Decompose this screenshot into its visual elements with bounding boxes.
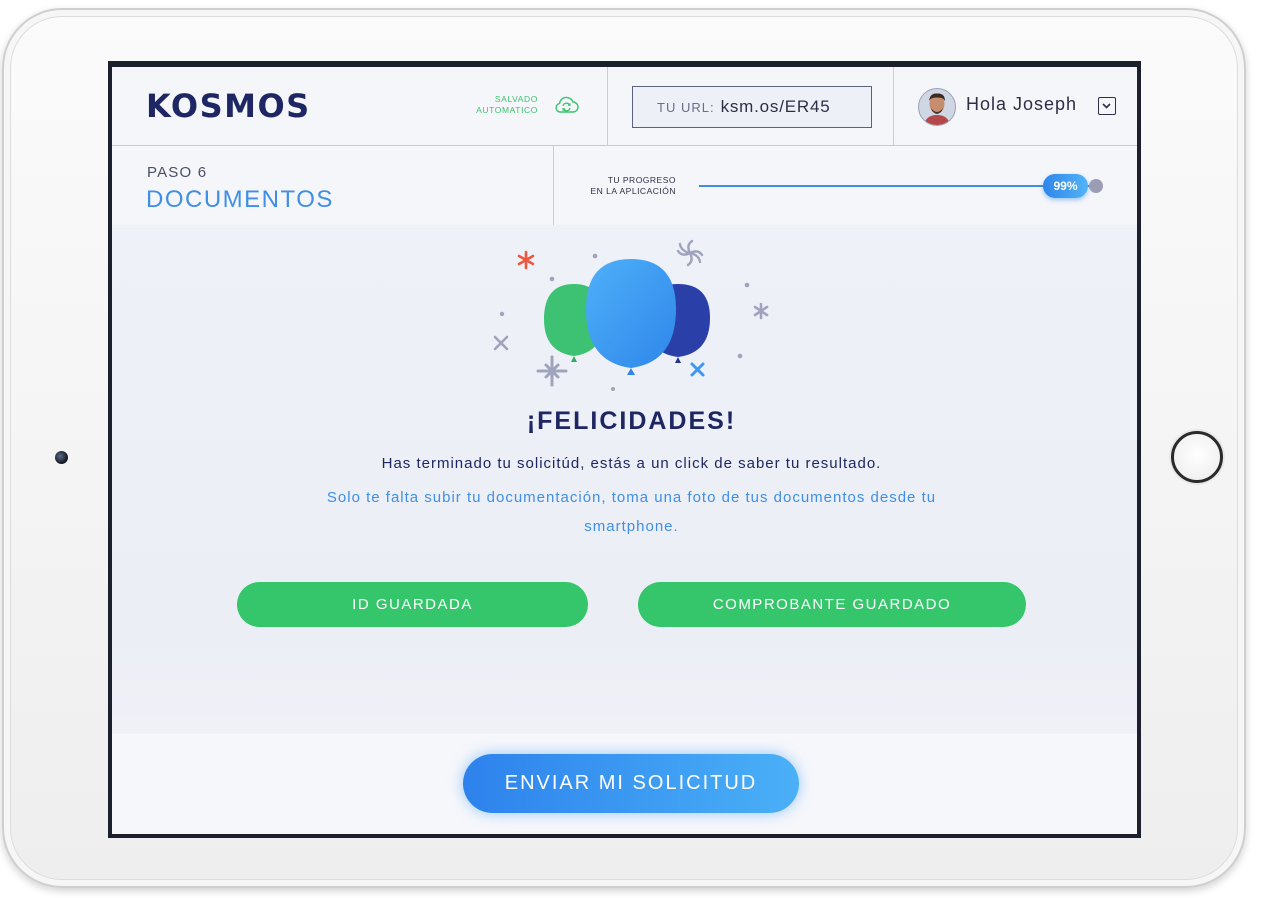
header-divider	[607, 67, 608, 145]
autosave-label-line2: AUTOMATICO	[476, 105, 538, 115]
autosave-label: SALVADO AUTOMATICO	[452, 94, 538, 116]
progress-track	[699, 185, 1094, 187]
congrats-heading: ¡FELICIDADES!	[526, 407, 737, 435]
cloud-sync-icon	[555, 96, 579, 113]
progress-label: TU PROGRESO EN LA APLICACIÓN	[542, 175, 676, 197]
kosmos-logo[interactable]: KOSMOS	[146, 89, 311, 123]
id-saved-button[interactable]: ID GUARDADA	[237, 582, 588, 627]
user-greeting: Hola Joseph	[966, 94, 1078, 114]
home-button[interactable]	[1171, 431, 1223, 483]
app-window: KOSMOS SALVADO AUTOMATICO TU URL: ksm.os/…	[112, 67, 1137, 834]
chevron-down-icon	[1102, 103, 1111, 109]
progress-label-line1: TU PROGRESO	[607, 175, 676, 185]
progress-end-dot	[1089, 179, 1103, 193]
step-title: DOCUMENTOS	[146, 186, 334, 213]
receipt-saved-button[interactable]: COMPROBANTE GUARDADO	[638, 582, 1026, 627]
balloons-illustration	[493, 239, 769, 391]
footer: ENVIAR MI SOLICITUD	[112, 734, 1137, 834]
submit-application-button[interactable]: ENVIAR MI SOLICITUD	[463, 754, 799, 813]
url-field[interactable]: TU URL: ksm.os/ER45	[632, 86, 872, 128]
step-bar: PASO 6 DOCUMENTOS TU PROGRESO EN LA APLI…	[112, 146, 1137, 225]
avatar-image	[919, 89, 955, 125]
main-content: ¡FELICIDADES! Has terminado tu solicitúd…	[112, 225, 1137, 734]
header-divider	[893, 67, 894, 145]
camera-icon	[55, 451, 68, 464]
progress-percent-badge: 99%	[1043, 174, 1088, 198]
tablet-screen: KOSMOS SALVADO AUTOMATICO TU URL: ksm.os/…	[108, 61, 1141, 838]
top-bar: KOSMOS SALVADO AUTOMATICO TU URL: ksm.os/…	[112, 67, 1137, 146]
progress-fill	[699, 185, 1091, 187]
completion-message: Has terminado tu solicitúd, estás a un c…	[381, 455, 882, 472]
user-menu-dropdown[interactable]	[1098, 97, 1116, 115]
progress-label-line2: EN LA APLICACIÓN	[590, 186, 676, 196]
step-number: PASO 6	[147, 164, 208, 181]
url-value: ksm.os/ER45	[720, 97, 831, 116]
avatar[interactable]	[918, 88, 956, 126]
url-label: TU URL:	[657, 100, 715, 115]
documents-instruction: Solo te falta subir tu documentación, to…	[326, 489, 937, 535]
autosave-label-line1: SALVADO	[494, 94, 538, 104]
